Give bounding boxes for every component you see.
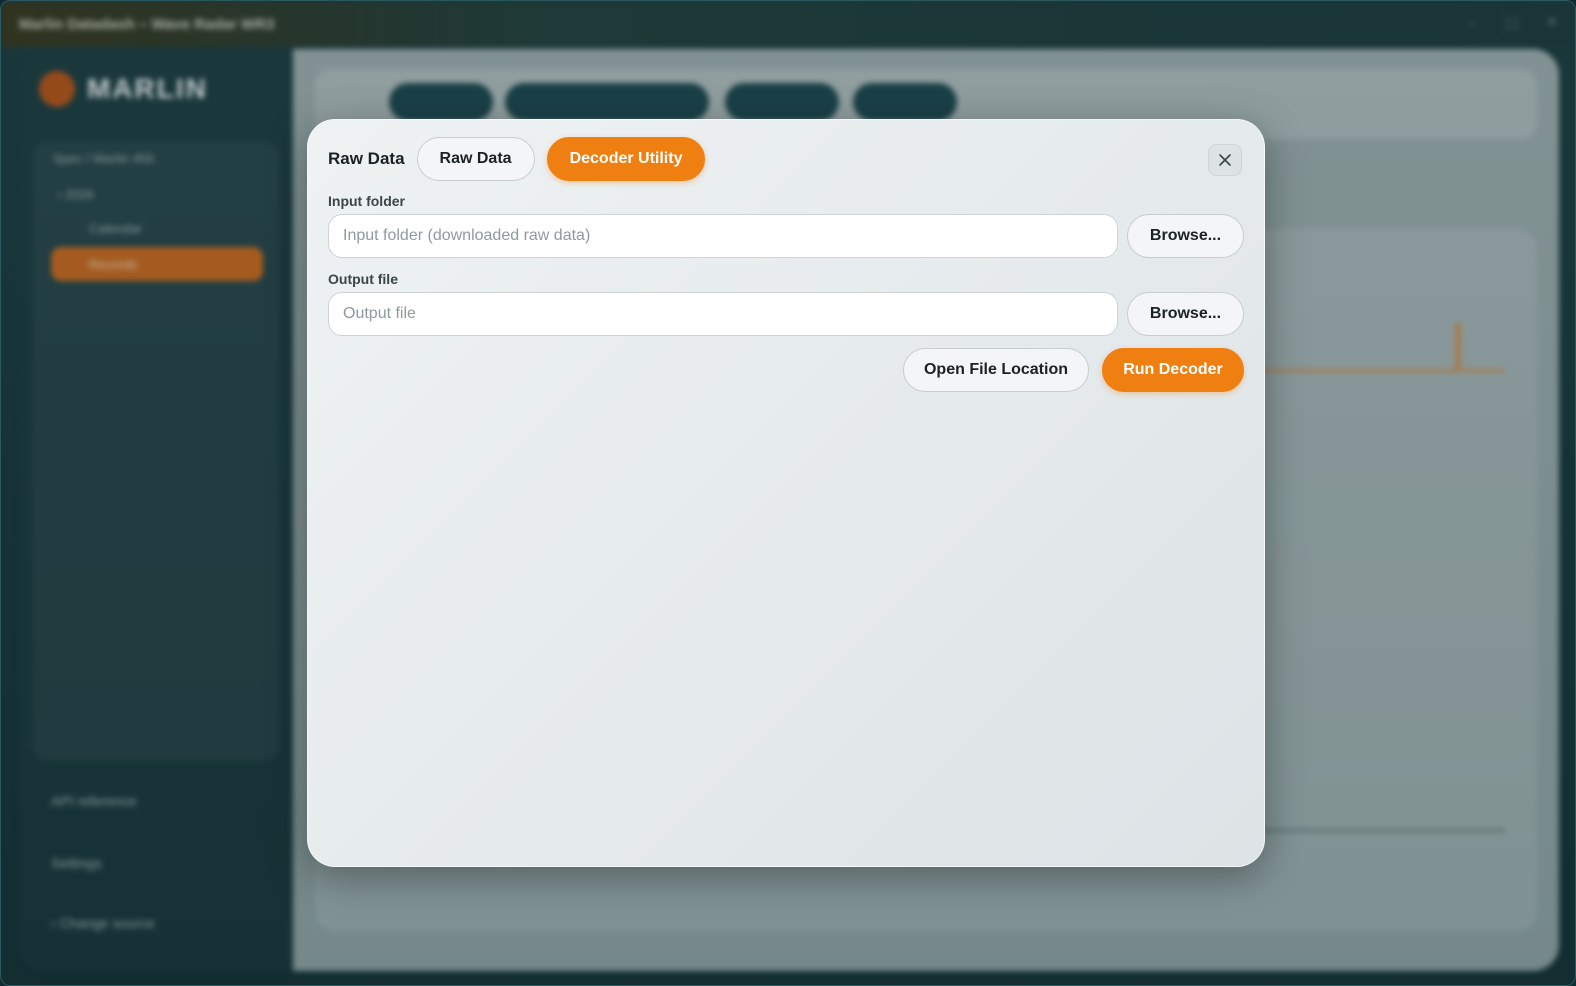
output-file-field[interactable] [328,292,1118,336]
input-folder-browse-button[interactable]: Browse... [1127,214,1244,258]
output-file-label: Output file [328,271,398,287]
modal-close-button[interactable] [1208,144,1242,176]
close-icon [1219,154,1231,166]
open-file-location-button[interactable]: Open File Location [903,348,1089,392]
modal-title: Raw Data [328,149,405,168]
tab-raw-data[interactable]: Raw Data [416,137,535,181]
modal-header: Raw Data Raw Data Decoder Utility [328,137,706,181]
input-folder-field[interactable] [328,214,1118,258]
run-decoder-button[interactable]: Run Decoder [1102,348,1244,392]
output-file-browse-button[interactable]: Browse... [1127,292,1244,336]
tab-decoder-utility[interactable]: Decoder Utility [546,137,706,181]
raw-data-modal: Raw Data Raw Data Decoder Utility Input … [307,119,1265,867]
input-folder-label: Input folder [328,193,405,209]
